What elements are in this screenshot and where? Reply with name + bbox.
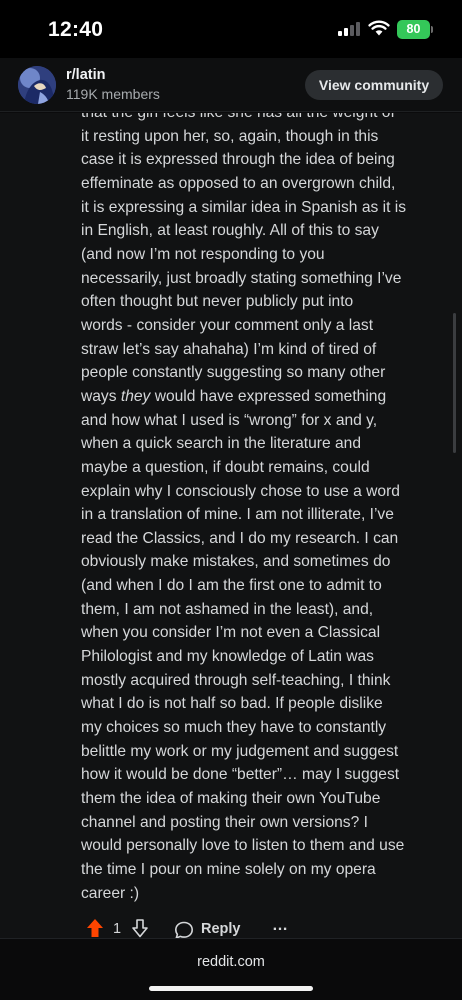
comment-line: my choices so much they have to constant… — [81, 719, 387, 737]
comment-line: that the girl feels like she has all the… — [81, 113, 441, 125]
status-time: 12:40 — [48, 18, 104, 41]
signal-icon — [338, 22, 360, 36]
comment-line: Philologist and my knowledge of Latin wa… — [81, 648, 374, 666]
comment-area: that the girl feels like she has all the… — [0, 113, 462, 938]
comment-line: necessarily, just broadly stating someth… — [81, 269, 402, 287]
comment-line: (and when I do I am the first one to adm… — [81, 577, 382, 595]
comment-line: it resting upon her, so, again, though i… — [81, 127, 379, 145]
reply-icon — [175, 921, 193, 939]
upvote-icon[interactable] — [86, 918, 104, 938]
comment-line: words - consider your comment only a las… — [81, 316, 374, 334]
wifi-icon — [368, 20, 390, 36]
comment-line: when a quick search in the literature an… — [81, 435, 361, 453]
comment-line-with-emphasis: ways they would have expressed something — [81, 385, 441, 409]
comment-line: explain why I consciously chose to use a… — [81, 482, 400, 500]
comment-line: how it would be done “better”… may I sug… — [81, 766, 400, 784]
comment-line: career :) — [81, 884, 140, 902]
reddit-comment-screen: 12:40 80 r/latin 119K members View commu… — [0, 0, 462, 1000]
reply-label: Reply — [201, 921, 241, 937]
status-bar: 12:40 80 — [0, 0, 462, 58]
avatar-art-icon — [18, 66, 56, 104]
comment-line: effeminate as opposed to an overgrown ch… — [81, 174, 396, 192]
comment-text-fragment: ways — [81, 387, 121, 405]
comment-line: when you consider I’m not even a Classic… — [81, 624, 381, 642]
comment-line: in English, at least roughly. All of thi… — [81, 222, 379, 240]
view-community-button[interactable]: View community — [305, 70, 443, 100]
comment-line: maybe a question, if doubt remains, coul… — [81, 458, 370, 476]
comment-line: them the idea of making their own YouTub… — [81, 790, 381, 808]
comment-line: case it is expressed through the idea of… — [81, 151, 395, 169]
more-icon[interactable]: … — [272, 918, 290, 938]
comment-line: and how what I used is “wrong” for x and… — [81, 411, 378, 429]
comment-line: read the Classics, and I do my research.… — [81, 529, 399, 547]
community-avatar[interactable] — [18, 66, 56, 104]
comment-line: channel and posting their own versions? … — [81, 813, 368, 831]
community-name[interactable]: r/latin — [66, 67, 105, 83]
battery-tip — [431, 26, 433, 33]
comment-line: mostly acquired through self-teaching, I… — [81, 671, 391, 689]
domain-label[interactable]: reddit.com — [0, 954, 462, 970]
comment-line: obviously make mistakes, and sometimes d… — [81, 553, 391, 571]
downvote-icon[interactable] — [131, 918, 149, 938]
comment-line: straw let’s say ahahaha) I’m kind of tir… — [81, 340, 377, 358]
comment-body: that the girl feels like she has all the… — [81, 113, 441, 905]
comment-line: (and now I’m not responding to you — [81, 245, 325, 263]
comment-text-fragment: would have expressed something — [150, 387, 387, 405]
browser-footer: reddit.com — [0, 938, 462, 1000]
comment-line: the time I pour on mine solely on my ope… — [81, 861, 376, 878]
comment-line: them, I am not ashamed in the least), an… — [81, 600, 374, 618]
comment-line: belittle my work or my judgement and sug… — [81, 742, 399, 760]
comment-line: it is expressing a similar idea in Spani… — [81, 198, 407, 216]
scrollbar[interactable] — [453, 313, 456, 453]
comment-line: would personally love to listen to them … — [81, 837, 405, 855]
emphasis-text: they — [120, 387, 151, 405]
battery-icon: 80 — [397, 20, 430, 39]
comment-line: people constantly suggesting so many oth… — [81, 364, 386, 382]
member-count: 119K members — [66, 86, 160, 102]
home-indicator[interactable] — [149, 986, 313, 991]
comment-line: in a translation of mine. I am not illit… — [81, 506, 394, 524]
vote-count: 1 — [113, 921, 122, 937]
community-header: r/latin 119K members View community — [0, 58, 462, 112]
comment-line: often thought but never publicly put int… — [81, 293, 354, 311]
comment-line: what I do is not half so bad. If people … — [81, 695, 383, 713]
